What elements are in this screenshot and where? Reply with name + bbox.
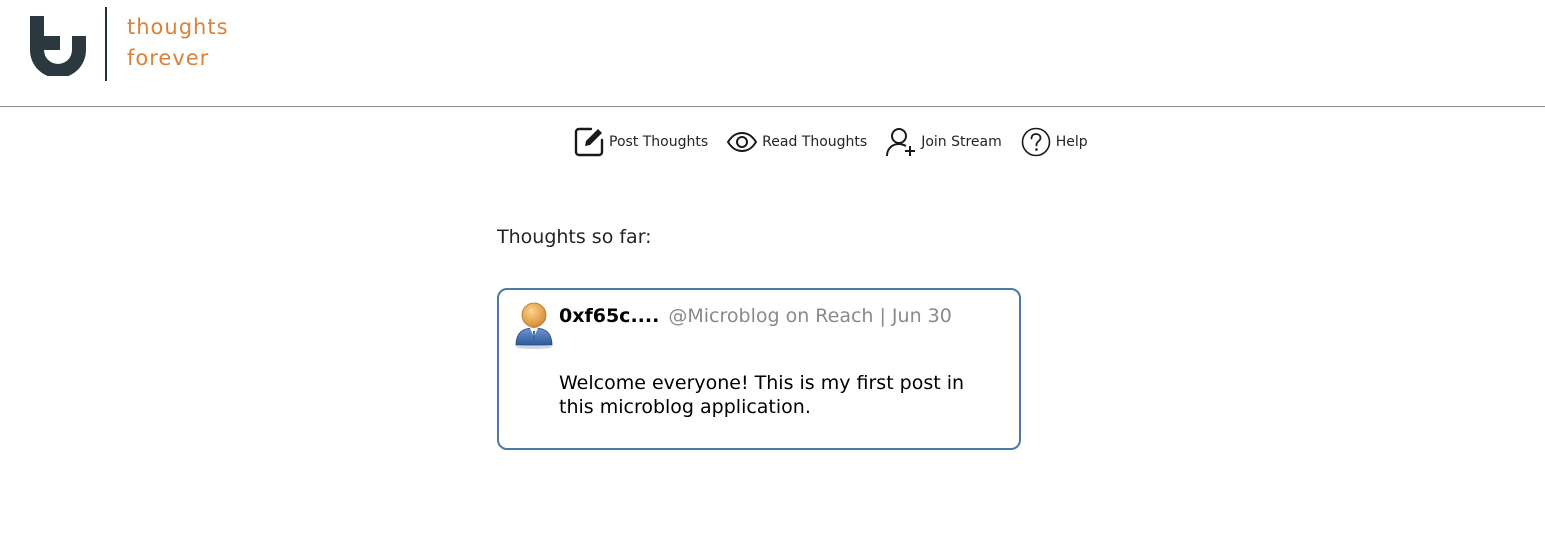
nav-label: Read Thoughts (762, 134, 868, 150)
help-icon (1020, 126, 1052, 158)
eye-icon (726, 126, 758, 158)
add-user-icon (885, 126, 917, 158)
post-body: Welcome everyone! This is my first post … (559, 372, 965, 418)
nav-label: Join Stream (921, 134, 1002, 150)
post-author[interactable]: 0xf65c.... (559, 305, 659, 327)
nav-post-thoughts[interactable]: Post Thoughts (573, 126, 708, 158)
nav-label: Help (1055, 134, 1088, 150)
nav-label: Post Thoughts (609, 134, 709, 150)
brand-line-1: thoughts (127, 15, 229, 39)
post-meta: 0xf65c.... @Microblog on Reach | Jun 30 (559, 305, 952, 327)
nav-join-stream[interactable]: Join Stream (885, 126, 1002, 158)
nav-help[interactable]: Help (1020, 126, 1088, 158)
nav-read-thoughts[interactable]: Read Thoughts (726, 126, 867, 158)
section-title: Thoughts so far: (497, 226, 652, 248)
post-source-date: @Microblog on Reach | Jun 30 (668, 305, 952, 327)
logo-icon[interactable] (28, 14, 88, 76)
site-header: thoughts forever (0, 0, 1545, 107)
user-avatar-icon (515, 302, 553, 349)
edit-icon (573, 126, 605, 158)
logo-divider (105, 7, 107, 81)
brand-line-2: forever (127, 46, 210, 70)
post-card: 0xf65c.... @Microblog on Reach | Jun 30 … (497, 288, 1021, 450)
brand-name[interactable]: thoughts forever (127, 12, 229, 74)
main-nav: Post Thoughts Read Thoughts Join Stream (573, 125, 1106, 159)
